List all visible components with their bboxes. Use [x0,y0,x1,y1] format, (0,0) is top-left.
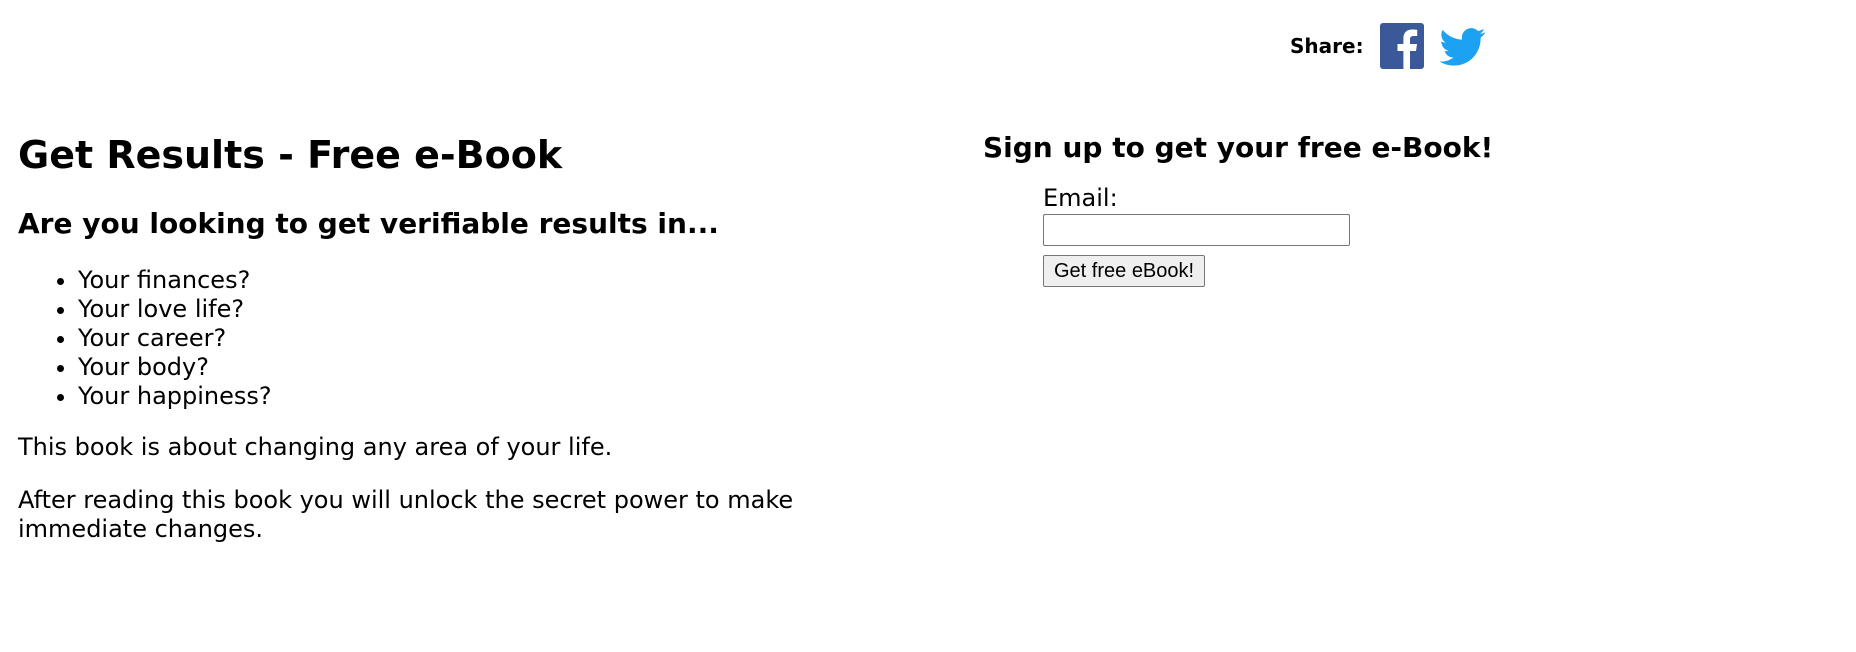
description-paragraph: After reading this book you will unlock … [18,486,794,543]
list-item: Your love life? [78,295,838,324]
page-title: Get Results - Free e-Book [18,133,563,177]
facebook-icon [1379,23,1424,69]
description-paragraph: This book is about changing any area of … [18,433,613,461]
get-ebook-button[interactable]: Get free eBook! [1043,255,1206,287]
benefits-list: Your finances? Your love life? Your care… [18,266,838,411]
list-item: Your career? [78,324,838,353]
share-bar: Share: [1290,22,1487,70]
signup-panel: Sign up to get your free e-Book! Email: … [983,126,1683,287]
twitter-share-link[interactable] [1439,23,1487,69]
signup-heading: Sign up to get your free e-Book! [983,131,1494,164]
twitter-icon [1439,28,1485,66]
list-item: Your finances? [78,266,838,295]
signup-form: Email: Get free eBook! [1043,184,1683,287]
share-label: Share: [1290,34,1364,58]
page: Share: Get Results - Free e-Book Are you… [0,0,1856,652]
list-item: Your body? [78,353,838,382]
facebook-share-link[interactable] [1379,23,1424,69]
email-field[interactable] [1043,214,1350,246]
main-content: Get Results - Free e-Book Are you lookin… [18,128,838,568]
page-subtitle: Are you looking to get verifiable result… [18,207,719,240]
list-item: Your happiness? [78,382,838,411]
email-label: Email: [1043,184,1118,212]
